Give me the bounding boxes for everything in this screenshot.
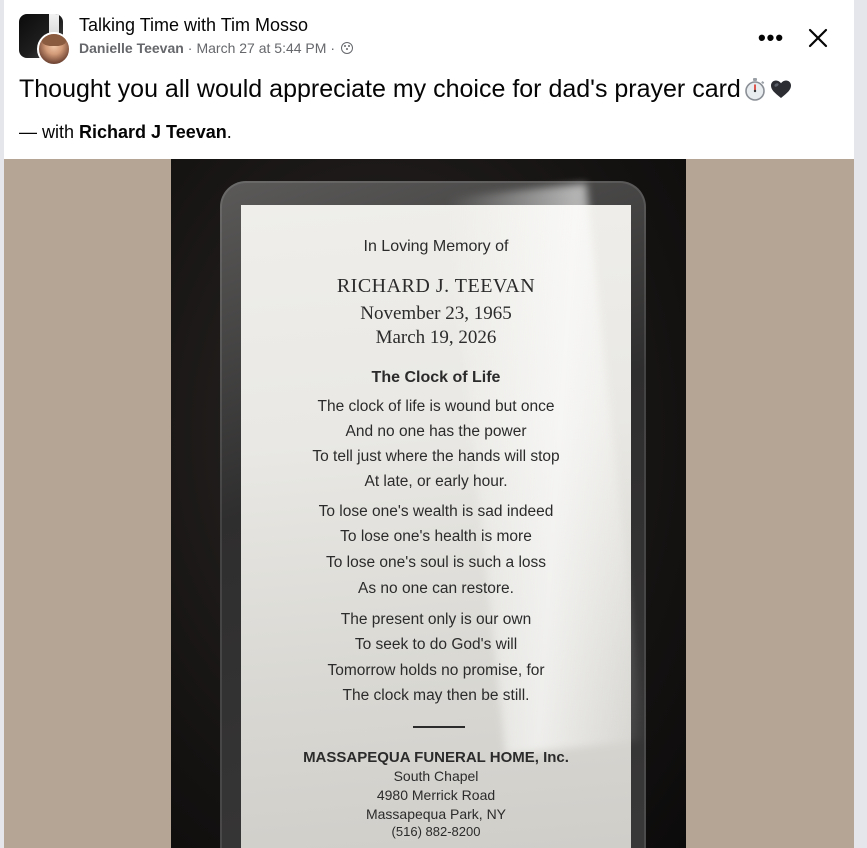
poem-line: Tomorrow holds no promise, for xyxy=(327,662,545,679)
photo-image[interactable]: In Loving Memory of RICHARD J. TEEVAN No… xyxy=(171,159,686,848)
with-suffix: . xyxy=(226,122,232,142)
poem-line: The clock may then be still. xyxy=(342,687,530,704)
more-options-button[interactable]: ••• xyxy=(753,20,789,56)
avatar-stack[interactable] xyxy=(19,14,73,66)
poem-line: To lose one's wealth is sad indeed xyxy=(318,503,554,520)
black-heart-emoji-icon xyxy=(770,80,791,98)
poem-line: To lose one's health is more xyxy=(340,528,532,545)
post-photo[interactable]: In Loving Memory of RICHARD J. TEEVAN No… xyxy=(4,159,854,848)
author-avatar-hair xyxy=(42,34,66,46)
meta-separator-2: · xyxy=(330,40,336,56)
post-container: Talking Time with Tim Mosso Danielle Tee… xyxy=(4,0,854,848)
globe-icon[interactable] xyxy=(341,42,354,54)
with-prefix: — with xyxy=(19,122,80,142)
funeral-home-phone: (516) 882-8200 xyxy=(391,824,481,839)
card-heading: In Loving Memory of xyxy=(363,238,509,255)
poem-line: The clock of life is wound but once xyxy=(317,398,555,415)
poem-line: As no one can restore. xyxy=(358,580,514,597)
poem-line: To lose one's soul is such a loss xyxy=(325,554,547,571)
post-meta: Danielle Teevan · March 27 at 5:44 PM · xyxy=(79,39,354,57)
funeral-home-chapel: South Chapel xyxy=(393,768,479,784)
post-message-text: Thought you all would appreciate my choi… xyxy=(19,75,741,103)
poem-line: The present only is our own xyxy=(340,611,532,628)
funeral-home-name: MASSAPEQUA FUNERAL HOME, Inc. xyxy=(303,749,569,766)
poem-line: To tell just where the hands will stop xyxy=(312,448,560,465)
close-icon xyxy=(808,28,828,48)
meta-separator: · xyxy=(187,40,193,56)
tagged-line: — with Richard J Teevan. xyxy=(19,120,232,144)
poem-title: The Clock of Life xyxy=(371,369,501,386)
card-died: March 19, 2026 xyxy=(375,327,497,348)
poem-line: To seek to do God's will xyxy=(354,636,518,653)
funeral-home-city: Massapequa Park, NY xyxy=(365,806,507,822)
funeral-home-address: 4980 Merrick Road xyxy=(376,787,496,803)
poem-line: At late, or early hour. xyxy=(364,473,508,490)
poem-line: And no one has the power xyxy=(345,423,527,440)
group-name-link[interactable]: Talking Time with Tim Mosso xyxy=(79,14,353,36)
stopwatch-emoji-icon xyxy=(745,78,765,101)
timestamp-link[interactable]: March 27 at 5:44 PM xyxy=(196,39,326,57)
close-button[interactable] xyxy=(799,19,837,57)
card-born: November 23, 1965 xyxy=(360,303,512,324)
post-header: Talking Time with Tim Mosso Danielle Tee… xyxy=(79,14,354,57)
card-name: RICHARD J. TEEVAN xyxy=(336,275,536,297)
card-divider xyxy=(413,726,465,728)
more-icon: ••• xyxy=(757,25,785,50)
tagged-person-link[interactable]: Richard J Teevan xyxy=(79,122,227,142)
author-avatar[interactable] xyxy=(37,32,71,66)
post-message: Thought you all would appreciate my choi… xyxy=(19,72,793,106)
author-link[interactable]: Danielle Teevan xyxy=(79,39,184,57)
